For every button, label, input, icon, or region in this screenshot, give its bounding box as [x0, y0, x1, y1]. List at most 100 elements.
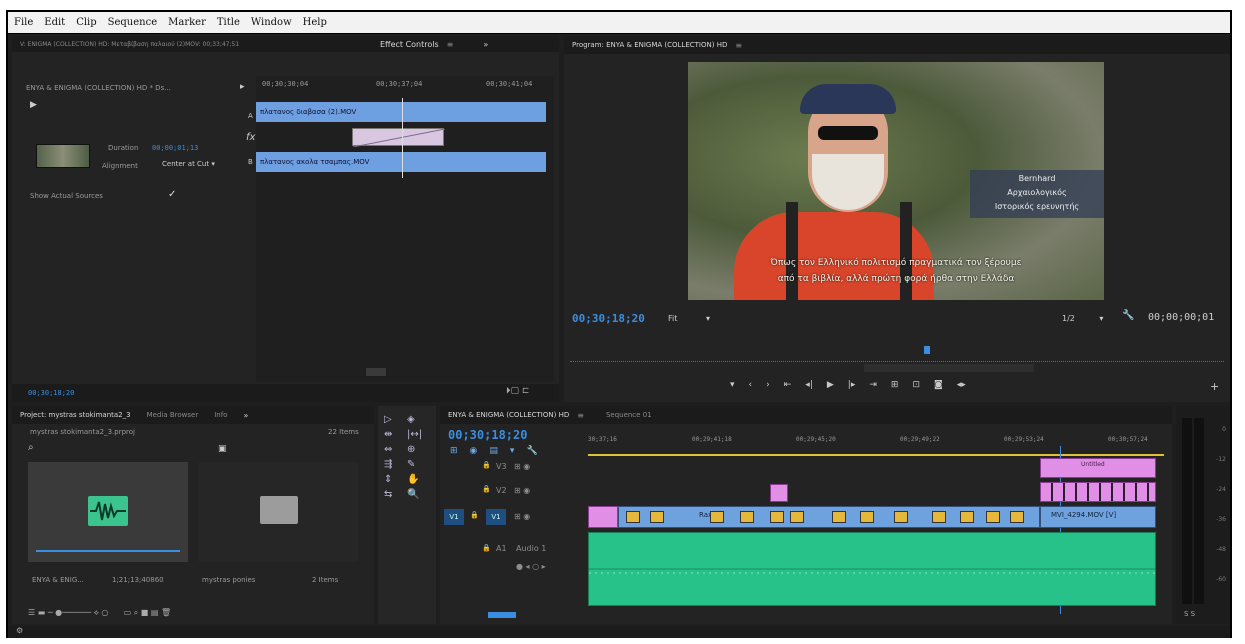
transport-button-9[interactable]: ⊡	[912, 380, 920, 396]
play-transition-button[interactable]: ▶	[30, 100, 37, 110]
timeline-tool-2[interactable]: ▤	[489, 446, 498, 456]
clip-v2-end[interactable]	[1040, 482, 1156, 502]
transport-button-11[interactable]: ◂▸	[957, 380, 966, 396]
track-v3-header: 🔒 V3 ⊞ ◉	[480, 458, 584, 478]
lock-icon[interactable]: 🔒	[482, 544, 491, 552]
project-item-sequence[interactable]	[28, 462, 188, 562]
timeline-tool-3[interactable]: ▾	[510, 446, 515, 456]
menu-item-file[interactable]: File	[14, 17, 33, 28]
transition-block[interactable]	[352, 128, 446, 148]
track-a1-controls[interactable]: ● ◂ ○ ▸	[516, 562, 546, 571]
ec-timecode[interactable]: 00;30;18;20	[28, 389, 74, 397]
transport-button-10[interactable]: ◙	[934, 380, 943, 396]
more-panels-icon[interactable]: »	[243, 411, 248, 420]
more-panels-icon[interactable]: »	[483, 40, 488, 49]
alignment-select[interactable]: Center at Cut ▾	[162, 160, 215, 168]
source-tab[interactable]: V: ENIGMA (COLLECTION) HD: Μεταβίβαση πα…	[12, 41, 372, 48]
show-actual-sources-checkbox[interactable]: ✓	[168, 189, 176, 200]
transport-button-4[interactable]: ◂|	[805, 380, 813, 396]
quality-select[interactable]: 1/2 ▾	[1062, 314, 1103, 323]
search-icon[interactable]: ⌕	[28, 442, 34, 453]
transport-button-7[interactable]: ⇥	[869, 380, 877, 396]
program-tab[interactable]: Program: ENYA & ENIGMA (COLLECTION) HD	[564, 41, 735, 49]
program-zoom-bar[interactable]	[864, 364, 1034, 372]
timeline-tool-0[interactable]: ⊞	[450, 446, 458, 456]
tool-button-2[interactable]: ⇹	[384, 429, 407, 440]
menu-item-help[interactable]: Help	[303, 17, 327, 28]
add-button[interactable]: +	[1210, 380, 1219, 393]
fit-select[interactable]: Fit ▾	[668, 314, 710, 323]
timeline-hscroll[interactable]	[488, 612, 516, 618]
tool-button-9[interactable]: ✋	[407, 474, 430, 485]
duration-value[interactable]: 00;00;01;13	[152, 144, 198, 152]
clip-v1-start[interactable]	[588, 506, 618, 528]
project-tab[interactable]: Project: mystras stokimanta2_3	[12, 411, 139, 419]
playhead-line[interactable]	[402, 98, 403, 178]
menu-item-edit[interactable]: Edit	[44, 17, 65, 28]
track-v3-controls[interactable]: ⊞ ◉	[514, 462, 530, 471]
track-v1-controls[interactable]: ⊞ ◉	[514, 512, 530, 521]
timeline-tool-1[interactable]: ◉	[470, 446, 478, 456]
meter-solo-buttons[interactable]: S S	[1184, 610, 1195, 618]
timeline-timecode[interactable]: 00;30;18;20	[448, 428, 527, 442]
status-icon[interactable]: ⚙	[16, 626, 23, 635]
transport-button-5[interactable]: ▶	[827, 380, 834, 396]
transport-button-6[interactable]: |▸	[848, 380, 856, 396]
program-timecode[interactable]: 00;30;18;20	[572, 312, 645, 325]
tool-button-0[interactable]: ▷	[384, 414, 407, 425]
menu-item-marker[interactable]: Marker	[168, 17, 206, 28]
media-browser-tab[interactable]: Media Browser	[139, 411, 207, 419]
tool-button-6[interactable]: ⇶	[384, 459, 407, 470]
lock-icon[interactable]: 🔒	[470, 511, 479, 519]
clip-v2-small[interactable]	[770, 484, 788, 502]
tab-menu-icon[interactable]: ≡	[577, 411, 584, 420]
tool-button-11[interactable]: 🔍	[407, 489, 430, 500]
new-bin-icon[interactable]: ▣	[218, 444, 227, 454]
transport-controls: ▾ ‹ › ⇤ ◂| ▶ |▸ ⇥ ⊞ ⊡ ◙ ◂▸	[730, 380, 966, 396]
timeline-tab-sequence01[interactable]: Sequence 01	[598, 411, 660, 419]
menu-item-title[interactable]: Title	[217, 17, 240, 28]
tool-button-10[interactable]: ⇆	[384, 489, 407, 500]
menu-item-sequence[interactable]: Sequence	[108, 17, 158, 28]
clip-b-bar[interactable]: πλατανος ακολα τσαμπας.MOV	[256, 152, 546, 172]
menu-item-clip[interactable]: Clip	[76, 17, 96, 28]
track-v2-controls[interactable]: ⊞ ◉	[514, 486, 530, 495]
ec-scrollbar[interactable]	[366, 368, 386, 376]
info-tab[interactable]: Info	[206, 411, 235, 419]
timeline-tab-main[interactable]: ENYA & ENIGMA (COLLECTION) HD	[440, 411, 577, 419]
lock-icon[interactable]: 🔒	[482, 485, 491, 493]
lock-icon[interactable]: 🔒	[482, 461, 491, 469]
expand-arrow-icon[interactable]: ▸	[240, 82, 245, 92]
transport-button-1[interactable]: ‹	[749, 380, 753, 396]
tool-button-8[interactable]: ⇕	[384, 474, 407, 485]
tool-button-4[interactable]: ⇔	[384, 444, 407, 455]
transport-button-2[interactable]: ›	[766, 380, 770, 396]
transport-button-8[interactable]: ⊞	[891, 380, 899, 396]
tool-button-7[interactable]: ✎	[407, 459, 430, 470]
track-v1-name[interactable]: V1	[486, 509, 506, 525]
source-patch-v1[interactable]: V1	[444, 509, 464, 525]
program-playhead[interactable]	[924, 346, 930, 354]
effect-controls-tab[interactable]: Effect Controls	[372, 40, 447, 49]
clip-a-bar[interactable]: πλατανος διαβασα (2).MOV	[256, 102, 546, 122]
project-footer-icons[interactable]: ☰ ▬ ─ ●────── ⟡ ○ ▭ ⌕ ■ ▤ 🗑	[28, 608, 171, 618]
project-item-bin[interactable]	[198, 462, 358, 562]
tool-button-3[interactable]: |↔|	[407, 429, 430, 440]
tab-menu-icon[interactable]: ≡	[447, 40, 454, 49]
wrench-icon[interactable]: 🔧	[1122, 310, 1134, 321]
tab-menu-icon[interactable]: ≡	[735, 41, 742, 50]
menu-item-window[interactable]: Window	[251, 17, 292, 28]
tool-button-1[interactable]: ◈	[407, 414, 430, 425]
tool-button-5[interactable]: ⊕	[407, 444, 430, 455]
clip-v1-main[interactable]: Rax	[618, 506, 1040, 528]
transport-button-0[interactable]: ▾	[730, 380, 735, 396]
clip-v1-end[interactable]: MVI_4294.MOV [V]	[1040, 506, 1156, 528]
clip-a1-audio[interactable]	[588, 532, 1156, 606]
transport-button-3[interactable]: ⇤	[784, 380, 792, 396]
clip-v3-title[interactable]: Untitled	[1040, 458, 1156, 478]
audio-waveform-icon	[88, 496, 128, 526]
ec-footer-icons[interactable]: ⏵▢ ⊏	[506, 386, 529, 396]
program-scrubber[interactable]	[570, 352, 1224, 362]
timeline-tool-4[interactable]: 🔧	[526, 446, 537, 456]
timeline-ruler[interactable]: 30;37;16 00;29;41;18 00;29;45;20 00;29;49;2…	[588, 434, 1164, 450]
